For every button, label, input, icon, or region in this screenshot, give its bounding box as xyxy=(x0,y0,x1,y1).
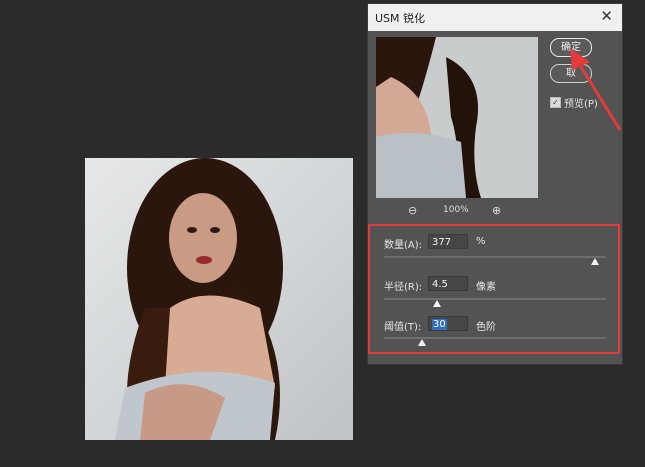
usm-sharpen-dialog: USM 锐化 ✕ 确定 取 ✓ 预览(P) ⊖ 100% ⊕ 数量(A): 37… xyxy=(367,3,623,365)
ok-button[interactable]: 确定 xyxy=(550,38,592,57)
radius-slider-thumb[interactable] xyxy=(433,300,442,307)
amount-unit: % xyxy=(476,236,486,247)
dialog-titlebar: USM 锐化 ✕ xyxy=(368,4,622,31)
dialog-title: USM 锐化 xyxy=(375,12,426,25)
zoom-in-icon[interactable]: ⊕ xyxy=(492,204,501,217)
radius-label: 半径(R): xyxy=(384,282,423,293)
preview-checkbox[interactable]: ✓ xyxy=(550,97,561,108)
zoom-level: 100% xyxy=(443,205,469,215)
amount-field[interactable]: 377 xyxy=(428,234,468,249)
canvas-image xyxy=(85,158,353,440)
radius-slider[interactable] xyxy=(384,298,606,300)
parameters-panel: 数量(A): 377 % 半径(R): 4.5 像素 阈值(T): 30 色阶 xyxy=(368,224,620,354)
zoom-out-icon[interactable]: ⊖ xyxy=(408,204,417,217)
threshold-slider-thumb[interactable] xyxy=(417,339,426,346)
amount-slider[interactable] xyxy=(384,256,606,258)
threshold-value: 30 xyxy=(432,319,447,330)
close-icon[interactable]: ✕ xyxy=(600,7,613,25)
amount-slider-thumb[interactable] xyxy=(590,258,599,265)
threshold-label: 阈值(T): xyxy=(384,322,422,333)
amount-label: 数量(A): xyxy=(384,240,423,251)
threshold-field[interactable]: 30 xyxy=(428,316,468,331)
threshold-unit: 色阶 xyxy=(476,322,496,333)
radius-unit: 像素 xyxy=(476,282,496,293)
preview-image[interactable] xyxy=(376,37,538,198)
cancel-button[interactable]: 取 xyxy=(550,64,592,83)
radius-field[interactable]: 4.5 xyxy=(428,276,468,291)
preview-checkbox-label: 预览(P) xyxy=(564,99,598,110)
